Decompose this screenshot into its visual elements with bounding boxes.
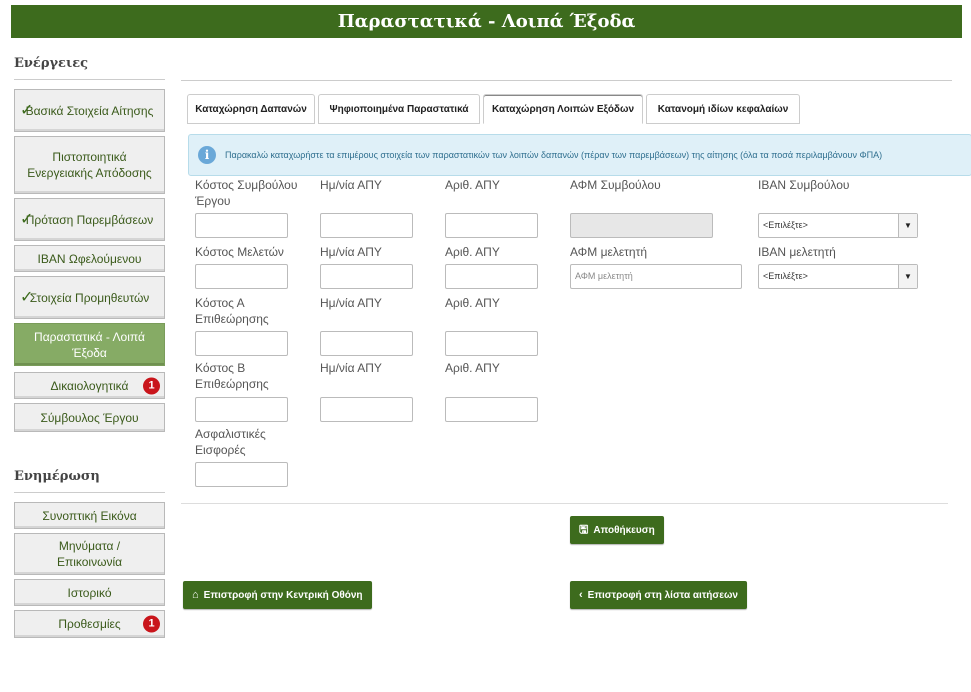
sidebar-item-deadlines[interactable]: Προθεσμίες 1 [14, 610, 165, 638]
inspection-b-apy-number-input[interactable] [445, 397, 538, 422]
select-value: <Επιλέξτε> [763, 220, 808, 230]
inspection-a-apy-number-input[interactable] [445, 331, 538, 356]
label-apy-number: Αριθ. ΑΠΥ [445, 361, 500, 375]
sidebar-item-basic-info[interactable]: ✓ Βασικά Στοιχεία Αίτησης [14, 89, 165, 132]
label-apy-number: Αριθ. ΑΠΥ [445, 296, 500, 310]
back-to-list-label: Επιστροφή στη λίστα αιτήσεων [587, 589, 738, 601]
sidebar-item-label: Πρόταση Παρεμβάσεων [25, 212, 154, 227]
label-insurance-contributions: Ασφαλιστικές Εισφορές [195, 427, 266, 457]
home-button-label: Επιστροφή στην Κεντρική Οθόνη [203, 589, 363, 601]
sidebar-item-interventions[interactable]: ✓ Πρόταση Παρεμβάσεων [14, 198, 165, 241]
advisor-iban-select[interactable]: <Επιλέξτε> ▼ [758, 213, 918, 238]
select-value: <Επιλέξτε> [763, 271, 808, 281]
sidebar-item-label: Δικαιολογητικά [50, 378, 129, 393]
sidebar-item-supporting-docs[interactable]: Δικαιολογητικά 1 [14, 372, 165, 399]
sidebar-item-messages[interactable]: Μηνύματα / Επικοινωνία [14, 533, 165, 575]
check-icon: ✓ [20, 101, 34, 119]
label-inspection-a-cost: Κόστος Α Επιθεώρησης [195, 296, 269, 326]
check-icon: ✓ [20, 288, 34, 306]
sidebar-item-label: Συνοπτική Εικόνα [42, 508, 137, 523]
sidebar-item-history[interactable]: Ιστορικό [14, 579, 165, 606]
label-apy-number: Αριθ. ΑΠΥ [445, 245, 500, 259]
save-icon: 🖫 [579, 523, 589, 536]
check-icon: ✓ [20, 210, 34, 228]
label-advisor-cost: Κόστος Συμβούλου Έργου [195, 178, 298, 208]
label-apy-date: Ημ/νία ΑΠΥ [320, 245, 382, 259]
sidebar-item-label: Προθεσμίες [58, 617, 121, 631]
notification-badge: 1 [143, 615, 160, 633]
sidebar-item-label: Παραστατικά - Λοιπά Έξοδα [34, 329, 145, 360]
label-engineer-iban: IBAN μελετητή [758, 245, 836, 259]
label-apy-number: Αριθ. ΑΠΥ [445, 178, 500, 192]
info-alert: i Παρακαλώ καταχωρήστε τα επιμέρους στοι… [188, 134, 971, 176]
sidebar-item-label: Ιστορικό [67, 585, 112, 600]
save-button[interactable]: 🖫 Αποθήκευση [570, 516, 664, 544]
studies-apy-date-input[interactable] [320, 264, 413, 289]
label-apy-date: Ημ/νία ΑΠΥ [320, 178, 382, 192]
sidebar-item-documents-expenses[interactable]: Παραστατικά - Λοιπά Έξοδα [14, 323, 165, 366]
actions-section-title: Ενέργειες [14, 56, 165, 80]
chevron-down-icon: ▼ [898, 265, 917, 288]
advisor-apy-number-input[interactable] [445, 213, 538, 238]
label-apy-date: Ημ/νία ΑΠΥ [320, 296, 382, 310]
engineer-iban-select[interactable]: <Επιλέξτε> ▼ [758, 264, 918, 289]
tab-expense-entry[interactable]: Καταχώρηση Δαπανών [187, 94, 315, 124]
advisor-afm-input [570, 213, 713, 238]
notification-badge: 1 [143, 377, 160, 394]
sidebar-item-suppliers[interactable]: ✓ Στοιχεία Προμηθευτών [14, 276, 165, 319]
page-header: Παραστατικά - Λοιπά Έξοδα [11, 5, 962, 38]
label-advisor-iban: IBAN Συμβούλου [758, 178, 850, 192]
label-advisor-afm: ΑΦΜ Συμβούλου [570, 178, 661, 192]
label-inspection-b-cost: Κόστος Β Επιθεώρησης [195, 361, 269, 391]
home-icon: ⌂ [192, 589, 199, 601]
sidebar-item-label: Πιστοποιητικά Ενεργειακής Απόδοσης [27, 150, 152, 180]
back-to-list-button[interactable]: ‹ Επιστροφή στη λίστα αιτήσεων [570, 581, 747, 609]
info-section-title: Ενημέρωση [14, 469, 165, 493]
chevron-down-icon: ▼ [898, 214, 917, 237]
tab-digitized-documents[interactable]: Ψηφιοποιημένα Παραστατικά [318, 94, 480, 124]
info-icon: i [198, 146, 216, 164]
home-button[interactable]: ⌂ Επιστροφή στην Κεντρική Οθόνη [183, 581, 372, 609]
label-studies-cost: Κόστος Μελετών [195, 245, 284, 259]
advisor-apy-date-input[interactable] [320, 213, 413, 238]
tab-bar: Καταχώρηση Δαπανών Ψηφιοποιημένα Παραστα… [187, 94, 803, 124]
sidebar-item-overview[interactable]: Συνοπτική Εικόνα [14, 502, 165, 529]
inspection-b-apy-date-input[interactable] [320, 397, 413, 422]
sidebar-item-iban[interactable]: IBAN Ωφελούμενου [14, 245, 165, 272]
save-button-label: Αποθήκευση [593, 524, 655, 536]
divider [181, 80, 952, 81]
sidebar-item-label: Σύμβουλος Έργου [40, 410, 139, 425]
sidebar-item-energy-certificates[interactable]: Πιστοποιητικά Ενεργειακής Απόδοσης [14, 136, 165, 194]
divider [181, 503, 948, 504]
sidebar-item-label: Βασικά Στοιχεία Αίτησης [25, 103, 154, 118]
tab-other-expenses-entry[interactable]: Καταχώρηση Λοιπών Εξόδων [483, 94, 643, 124]
sidebar-item-label: IBAN Ωφελούμενου [37, 251, 142, 266]
engineer-afm-input[interactable]: ΑΦΜ μελετητή [570, 264, 742, 289]
label-engineer-afm: ΑΦΜ μελετητή [570, 245, 648, 259]
insurance-contributions-input[interactable] [195, 462, 288, 487]
sidebar-item-project-advisor[interactable]: Σύμβουλος Έργου [14, 403, 165, 432]
sidebar-item-label: Στοιχεία Προμηθευτών [29, 290, 150, 305]
info-alert-text: Παρακαλώ καταχωρήστε τα επιμέρους στοιχε… [225, 150, 883, 160]
studies-cost-input[interactable] [195, 264, 288, 289]
inspection-a-apy-date-input[interactable] [320, 331, 413, 356]
chevron-left-icon: ‹ [579, 589, 583, 601]
inspection-b-cost-input[interactable] [195, 397, 288, 422]
label-apy-date: Ημ/νία ΑΠΥ [320, 361, 382, 375]
sidebar-item-label: Μηνύματα / Επικοινωνία [56, 539, 123, 569]
inspection-a-cost-input[interactable] [195, 331, 288, 356]
tab-own-capital-allocation[interactable]: Κατανομή ιδίων κεφαλαίων [646, 94, 800, 124]
studies-apy-number-input[interactable] [445, 264, 538, 289]
advisor-cost-input[interactable] [195, 213, 288, 238]
